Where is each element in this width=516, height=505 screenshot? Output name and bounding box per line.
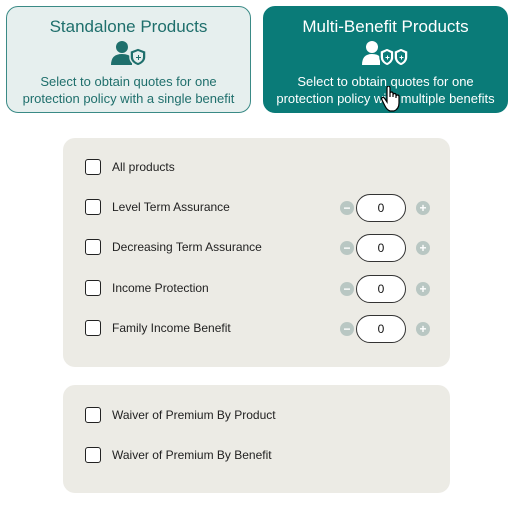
level-term-assurance-label: Level Term Assurance [112, 200, 230, 214]
multi-benefit-products-title: Multi-Benefit Products [302, 17, 469, 36]
family-income-benefit-checkbox[interactable] [85, 320, 101, 336]
minus-icon[interactable]: − [340, 241, 354, 255]
product-row-family-income-benefit: Family Income Benefit − + [85, 315, 430, 343]
standalone-products-description: Select to obtain quotes for one protecti… [22, 74, 235, 106]
products-panel: All products Level Term Assurance − + De… [63, 138, 450, 367]
product-row-income-protection: Income Protection − + [85, 275, 430, 303]
income-protection-label: Income Protection [112, 281, 209, 295]
waiver-by-benefit-checkbox[interactable] [85, 447, 101, 463]
plus-icon[interactable]: + [416, 322, 430, 336]
all-products-checkbox[interactable] [85, 159, 101, 175]
family-income-benefit-stepper: − + [340, 315, 430, 343]
decreasing-term-assurance-stepper: − + [340, 234, 430, 262]
level-term-assurance-quantity-input[interactable] [356, 194, 406, 222]
minus-icon[interactable]: − [340, 322, 354, 336]
plus-icon[interactable]: + [416, 241, 430, 255]
plus-icon[interactable]: + [416, 201, 430, 215]
waiver-by-benefit-label: Waiver of Premium By Benefit [112, 448, 272, 462]
all-products-label: All products [112, 160, 175, 174]
family-income-benefit-label: Family Income Benefit [112, 321, 231, 335]
income-protection-checkbox[interactable] [85, 280, 101, 296]
level-term-assurance-checkbox[interactable] [85, 199, 101, 215]
decreasing-term-assurance-checkbox[interactable] [85, 239, 101, 255]
waiver-row-by-benefit: Waiver of Premium By Benefit [85, 442, 430, 468]
level-term-assurance-stepper: − + [340, 194, 430, 222]
income-protection-stepper: − + [340, 275, 430, 303]
person-shield-icon [7, 40, 250, 68]
income-protection-quantity-input[interactable] [356, 275, 406, 303]
standalone-products-title: Standalone Products [49, 17, 208, 36]
person-double-shield-icon [264, 40, 507, 68]
product-row-level-term-assurance: Level Term Assurance − + [85, 194, 430, 222]
standalone-products-card[interactable]: Standalone Products Select to obtain quo… [6, 6, 251, 113]
hand-cursor-icon [381, 85, 401, 112]
product-row-decreasing-term-assurance: Decreasing Term Assurance − + [85, 234, 430, 262]
all-products-row: All products [85, 154, 430, 180]
waivers-panel: Waiver of Premium By Product Waiver of P… [63, 385, 450, 493]
decreasing-term-assurance-quantity-input[interactable] [356, 234, 406, 262]
plus-icon[interactable]: + [416, 282, 430, 296]
waiver-by-product-label: Waiver of Premium By Product [112, 408, 276, 422]
minus-icon[interactable]: − [340, 282, 354, 296]
minus-icon[interactable]: − [340, 201, 354, 215]
waiver-row-by-product: Waiver of Premium By Product [85, 402, 430, 428]
family-income-benefit-quantity-input[interactable] [356, 315, 406, 343]
decreasing-term-assurance-label: Decreasing Term Assurance [112, 240, 262, 254]
waiver-by-product-checkbox[interactable] [85, 407, 101, 423]
